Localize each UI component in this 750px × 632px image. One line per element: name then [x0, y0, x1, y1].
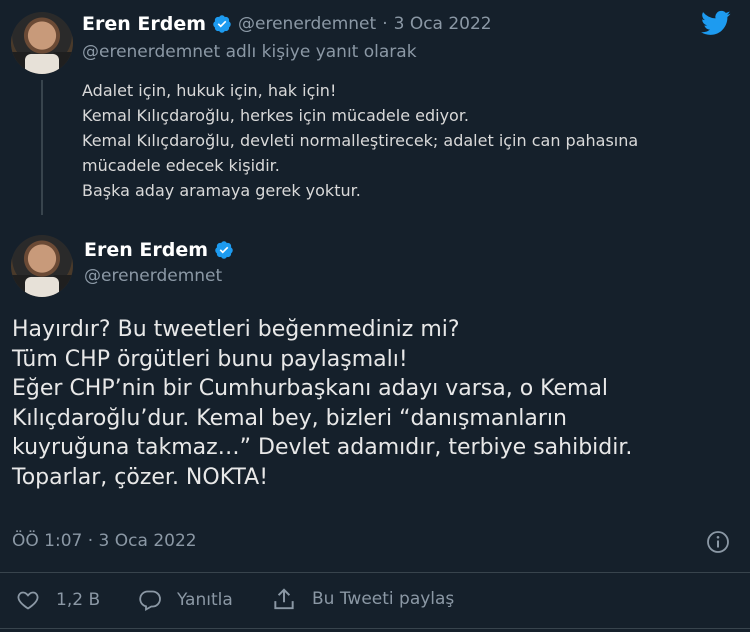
reply-tweet-line: Kemal Kılıçdaroğlu, devleti normalleştir…	[82, 131, 639, 150]
reply-tweet-text: Adalet için, hukuk için, hak için! Kemal…	[82, 78, 732, 203]
reply-tweet-line: mücadele edecek kişidir.	[82, 156, 280, 175]
author-name[interactable]: Eren Erdem	[82, 13, 206, 35]
main-tweet-line: Eğer CHP’nin bir Cumhurbaşkanı adayı var…	[12, 376, 609, 401]
avatar[interactable]	[11, 235, 73, 297]
reply-tweet-line: Başka aday aramaya gerek yoktur.	[82, 181, 361, 200]
main-tweet-line: Hayırdır? Bu tweetleri beğenmediniz mi?	[12, 317, 460, 342]
reply-tweet-header: Eren Erdem @erenerdemnet · 3 Oca 2022	[82, 11, 492, 37]
main-tweet-text: Hayırdır? Bu tweetleri beğenmediniz mi? …	[12, 315, 742, 492]
thread-line	[41, 80, 43, 215]
reply-tweet-line: Kemal Kılıçdaroğlu, herkes için mücadele…	[82, 106, 470, 125]
share-icon	[274, 588, 294, 610]
main-tweet-author: Eren Erdem @erenerdemnet	[84, 237, 234, 286]
avatar-shirt	[25, 277, 59, 297]
like-count: 1,2 B	[56, 590, 101, 610]
like-button[interactable]: 1,2 B	[16, 588, 100, 612]
reply-tweet-line: Adalet için, hukuk için, hak için!	[82, 81, 337, 100]
main-tweet-line: Kılıçdaroğlu’dur. Kemal bey, bizleri “da…	[12, 405, 567, 431]
tweet-timestamp[interactable]: ÖÖ 1:07 · 3 Oca 2022	[12, 531, 197, 551]
author-handle[interactable]: @erenerdemnet	[238, 14, 376, 34]
tweet-date[interactable]: 3 Oca 2022	[394, 14, 492, 34]
main-tweet-line: kuyruğuna takmaz…” Devlet adamıdır, terb…	[12, 435, 633, 460]
verified-badge-icon	[215, 241, 233, 259]
verified-badge-icon	[213, 15, 231, 33]
reply-button[interactable]: Yanıtla	[137, 588, 233, 612]
avatar-shirt	[25, 54, 59, 74]
share-button[interactable]: Bu Tweeti paylaş	[270, 586, 454, 612]
info-icon[interactable]	[706, 530, 730, 554]
reply-context[interactable]: @erenerdemnet adlı kişiye yanıt olarak	[82, 42, 417, 62]
separator: ·	[382, 14, 388, 34]
author-handle[interactable]: @erenerdemnet	[84, 266, 234, 286]
divider	[0, 572, 750, 573]
twitter-bird-icon	[701, 10, 731, 35]
avatar[interactable]	[11, 12, 73, 74]
heart-icon	[17, 591, 39, 610]
share-label: Bu Tweeti paylaş	[312, 589, 455, 609]
bottom-divider	[0, 628, 750, 629]
author-name[interactable]: Eren Erdem	[84, 239, 208, 261]
main-tweet-line: Tüm CHP örgütleri bunu paylaşmalı!	[12, 346, 408, 372]
main-tweet-line: Toparlar, çözer. NOKTA!	[12, 464, 269, 490]
reply-label: Yanıtla	[177, 590, 233, 610]
reply-bubble-icon	[139, 590, 161, 612]
